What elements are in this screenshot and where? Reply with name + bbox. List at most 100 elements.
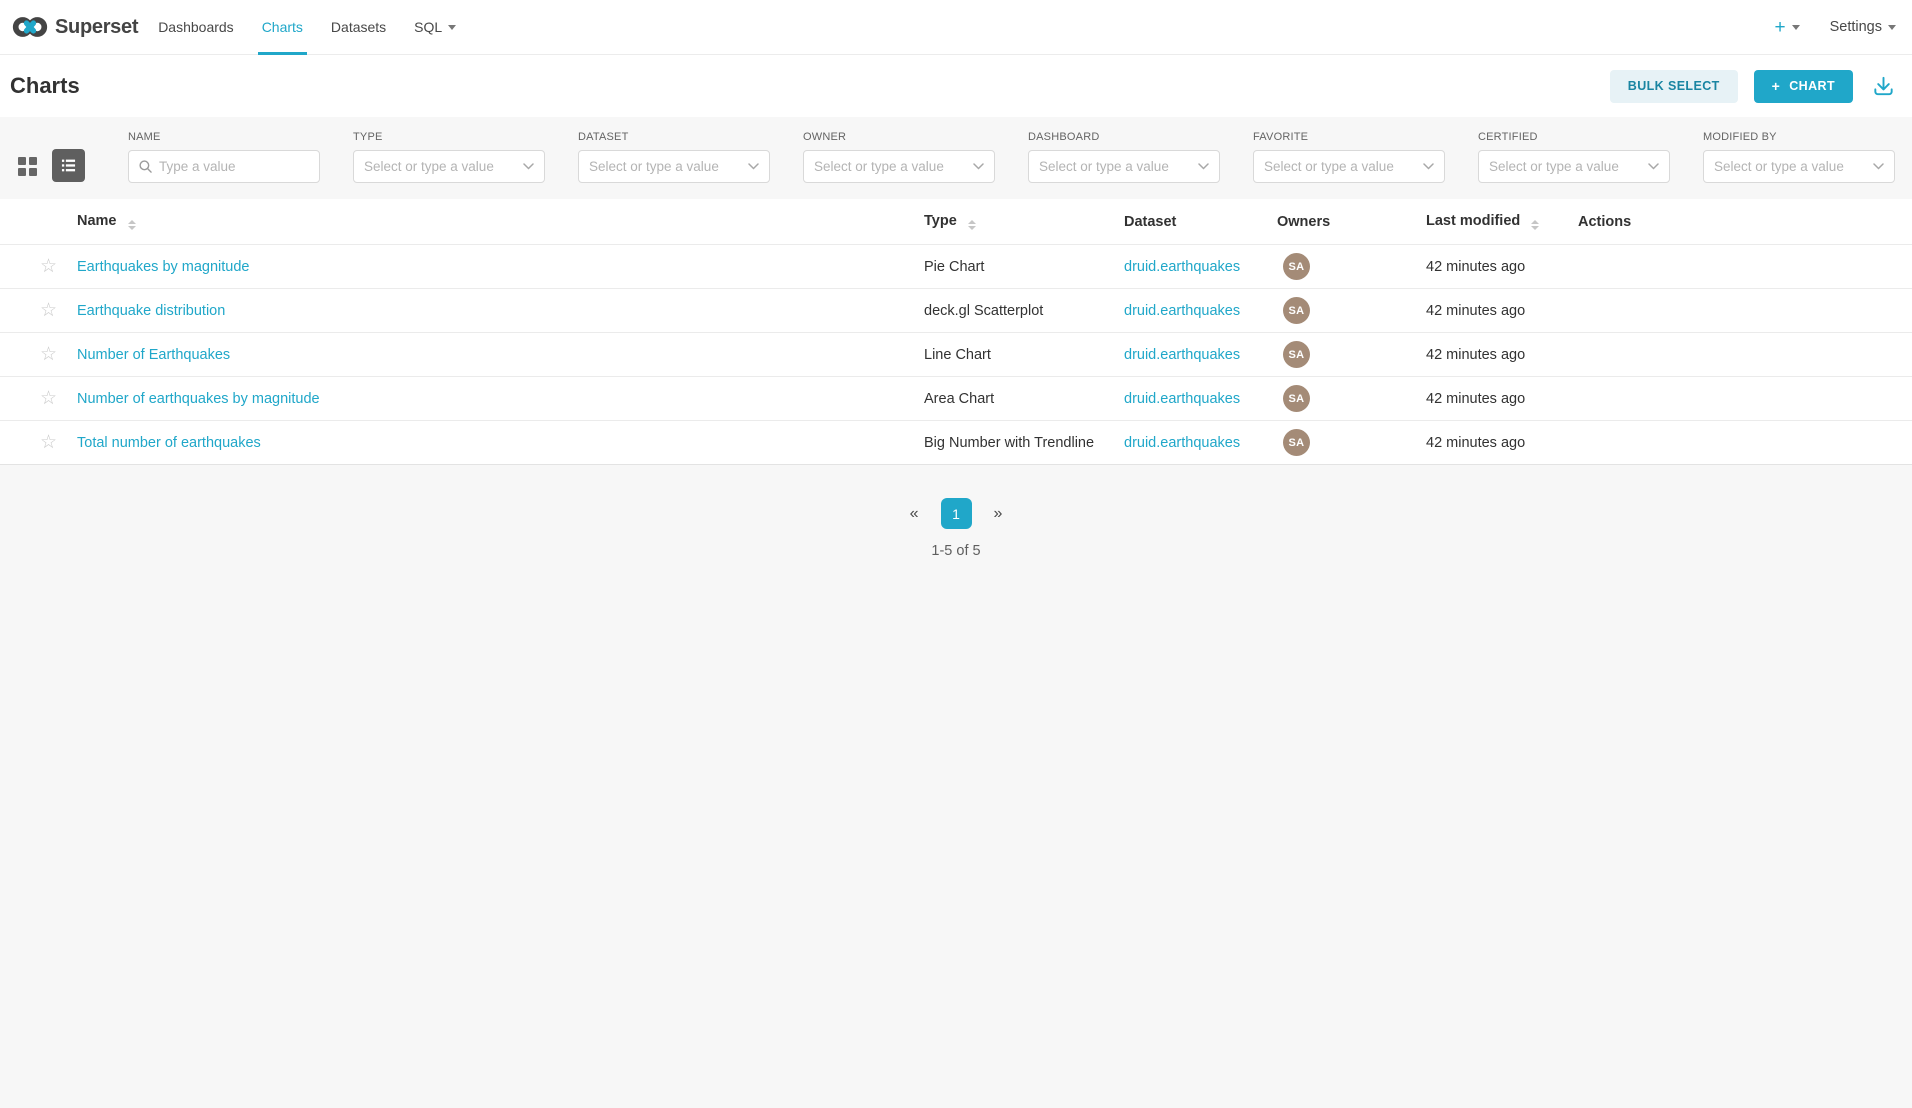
filter-favorite: FAVORITE Select or type a value <box>1253 131 1445 183</box>
chevron-down-icon <box>1198 163 1209 170</box>
table-row: ☆ Number of Earthquakes Line Chart druid… <box>0 332 1912 376</box>
dataset-link[interactable]: druid.earthquakes <box>1124 347 1240 363</box>
last-modified: 42 minutes ago <box>1426 347 1525 363</box>
filter-select[interactable]: Select or type a value <box>803 150 995 183</box>
owner-avatar: SA <box>1283 429 1310 456</box>
charts-table: Name Type Dataset Owners Last modified A… <box>0 199 1912 465</box>
chart-name-link[interactable]: Number of earthquakes by magnitude <box>77 391 320 407</box>
superset-logo[interactable]: Superset <box>12 14 138 40</box>
chart-type: deck.gl Scatterplot <box>924 303 1043 319</box>
chevron-down-icon <box>1648 163 1659 170</box>
owner-avatar: SA <box>1283 253 1310 280</box>
dataset-link[interactable]: druid.earthquakes <box>1124 303 1240 319</box>
filter-type: TYPE Select or type a value <box>353 131 545 183</box>
chart-name-link[interactable]: Total number of earthquakes <box>77 435 261 451</box>
owner-avatar: SA <box>1283 297 1310 324</box>
chart-type: Big Number with Trendline <box>924 435 1094 451</box>
page-title: Charts <box>10 73 80 99</box>
filter-select[interactable]: Select or type a value <box>1028 150 1220 183</box>
favorite-star-button[interactable]: ☆ <box>40 301 57 320</box>
column-header-type[interactable]: Type <box>924 213 1124 230</box>
dataset-link[interactable]: druid.earthquakes <box>1124 391 1240 407</box>
nav-item-charts[interactable]: Charts <box>248 0 317 55</box>
add-chart-button[interactable]: + CHART <box>1754 70 1853 103</box>
favorite-star-button[interactable]: ☆ <box>40 257 57 276</box>
list-view-button[interactable] <box>52 149 85 182</box>
dataset-link[interactable]: druid.earthquakes <box>1124 259 1240 275</box>
chart-name-link[interactable]: Earthquakes by magnitude <box>77 259 250 275</box>
filter-select[interactable]: Select or type a value <box>1253 150 1445 183</box>
last-modified: 42 minutes ago <box>1426 259 1525 275</box>
filter-certified: CERTIFIED Select or type a value <box>1478 131 1670 183</box>
last-modified: 42 minutes ago <box>1426 435 1525 451</box>
last-modified: 42 minutes ago <box>1426 391 1525 407</box>
plus-icon: + <box>1774 18 1785 37</box>
main-nav: Dashboards Charts Datasets SQL <box>144 0 470 55</box>
chevron-down-icon <box>523 163 534 170</box>
list-icon <box>52 149 85 182</box>
owner-avatar: SA <box>1283 385 1310 412</box>
settings-menu-button[interactable]: Settings <box>1830 19 1896 35</box>
filter-search-box[interactable] <box>128 150 320 183</box>
filter-label: DATASET <box>578 131 770 143</box>
filter-label: OWNER <box>803 131 995 143</box>
sort-icon <box>1531 220 1539 230</box>
nav-item-dashboards[interactable]: Dashboards <box>144 0 248 55</box>
import-charts-button[interactable] <box>1869 72 1898 101</box>
chart-name-link[interactable]: Earthquake distribution <box>77 303 225 319</box>
filter-label: TYPE <box>353 131 545 143</box>
grid-icon <box>17 156 38 176</box>
dataset-link[interactable]: druid.earthquakes <box>1124 435 1240 451</box>
chevron-down-icon <box>448 25 456 30</box>
page-header: Charts BULK SELECT + CHART <box>0 55 1912 117</box>
pagination-summary: 1-5 of 5 <box>0 543 1912 559</box>
column-header-last-modified[interactable]: Last modified <box>1426 213 1578 230</box>
table-row: ☆ Earthquake distribution deck.gl Scatte… <box>0 288 1912 332</box>
chevron-down-icon <box>973 163 984 170</box>
search-icon <box>139 160 152 173</box>
download-icon <box>1871 74 1896 99</box>
nav-item-datasets[interactable]: Datasets <box>317 0 400 55</box>
filter-modified-by: MODIFIED BY Select or type a value <box>1703 131 1895 183</box>
page-1-button[interactable]: 1 <box>941 498 972 529</box>
sort-icon <box>968 220 976 230</box>
chevron-down-icon <box>1423 163 1434 170</box>
filters: NAME TYPE Select or type a value DATASET <box>128 131 1895 183</box>
new-item-menu-button[interactable]: + <box>1774 18 1799 37</box>
filter-select[interactable]: Select or type a value <box>353 150 545 183</box>
sort-icon <box>128 220 136 230</box>
filter-select[interactable]: Select or type a value <box>1478 150 1670 183</box>
filter-select[interactable]: Select or type a value <box>578 150 770 183</box>
column-header-name[interactable]: Name <box>74 213 924 230</box>
chevron-down-icon <box>1888 25 1896 30</box>
bulk-select-button[interactable]: BULK SELECT <box>1610 70 1738 103</box>
filter-dashboard: DASHBOARD Select or type a value <box>1028 131 1220 183</box>
filter-search-input[interactable] <box>159 159 309 174</box>
owner-avatar: SA <box>1283 341 1310 368</box>
brand-name: Superset <box>55 16 138 39</box>
filter-owner: OWNER Select or type a value <box>803 131 995 183</box>
filter-label: DASHBOARD <box>1028 131 1220 143</box>
plus-icon: + <box>1772 78 1781 94</box>
favorite-star-button[interactable]: ☆ <box>40 345 57 364</box>
superset-infinity-icon <box>12 14 48 40</box>
table-row: ☆ Total number of earthquakes Big Number… <box>0 420 1912 464</box>
chevron-down-icon <box>748 163 759 170</box>
table-row: ☆ Number of earthquakes by magnitude Are… <box>0 376 1912 420</box>
nav-item-sql[interactable]: SQL <box>400 0 470 55</box>
filter-bar: NAME TYPE Select or type a value DATASET <box>0 117 1912 183</box>
favorite-star-button[interactable]: ☆ <box>40 389 57 408</box>
chart-name-link[interactable]: Number of Earthquakes <box>77 347 230 363</box>
card-view-button[interactable] <box>17 156 38 176</box>
filter-select[interactable]: Select or type a value <box>1703 150 1895 183</box>
chart-type: Area Chart <box>924 391 994 407</box>
navbar: Superset Dashboards Charts Datasets SQL … <box>0 0 1912 55</box>
filter-label: NAME <box>128 131 320 143</box>
chevron-down-icon <box>1873 163 1884 170</box>
filter-dataset: DATASET Select or type a value <box>578 131 770 183</box>
favorite-star-button[interactable]: ☆ <box>40 433 57 452</box>
chart-type: Line Chart <box>924 347 991 363</box>
column-header-owners: Owners <box>1277 214 1426 230</box>
next-page-button[interactable]: » <box>994 505 1003 523</box>
prev-page-button[interactable]: « <box>910 505 919 523</box>
